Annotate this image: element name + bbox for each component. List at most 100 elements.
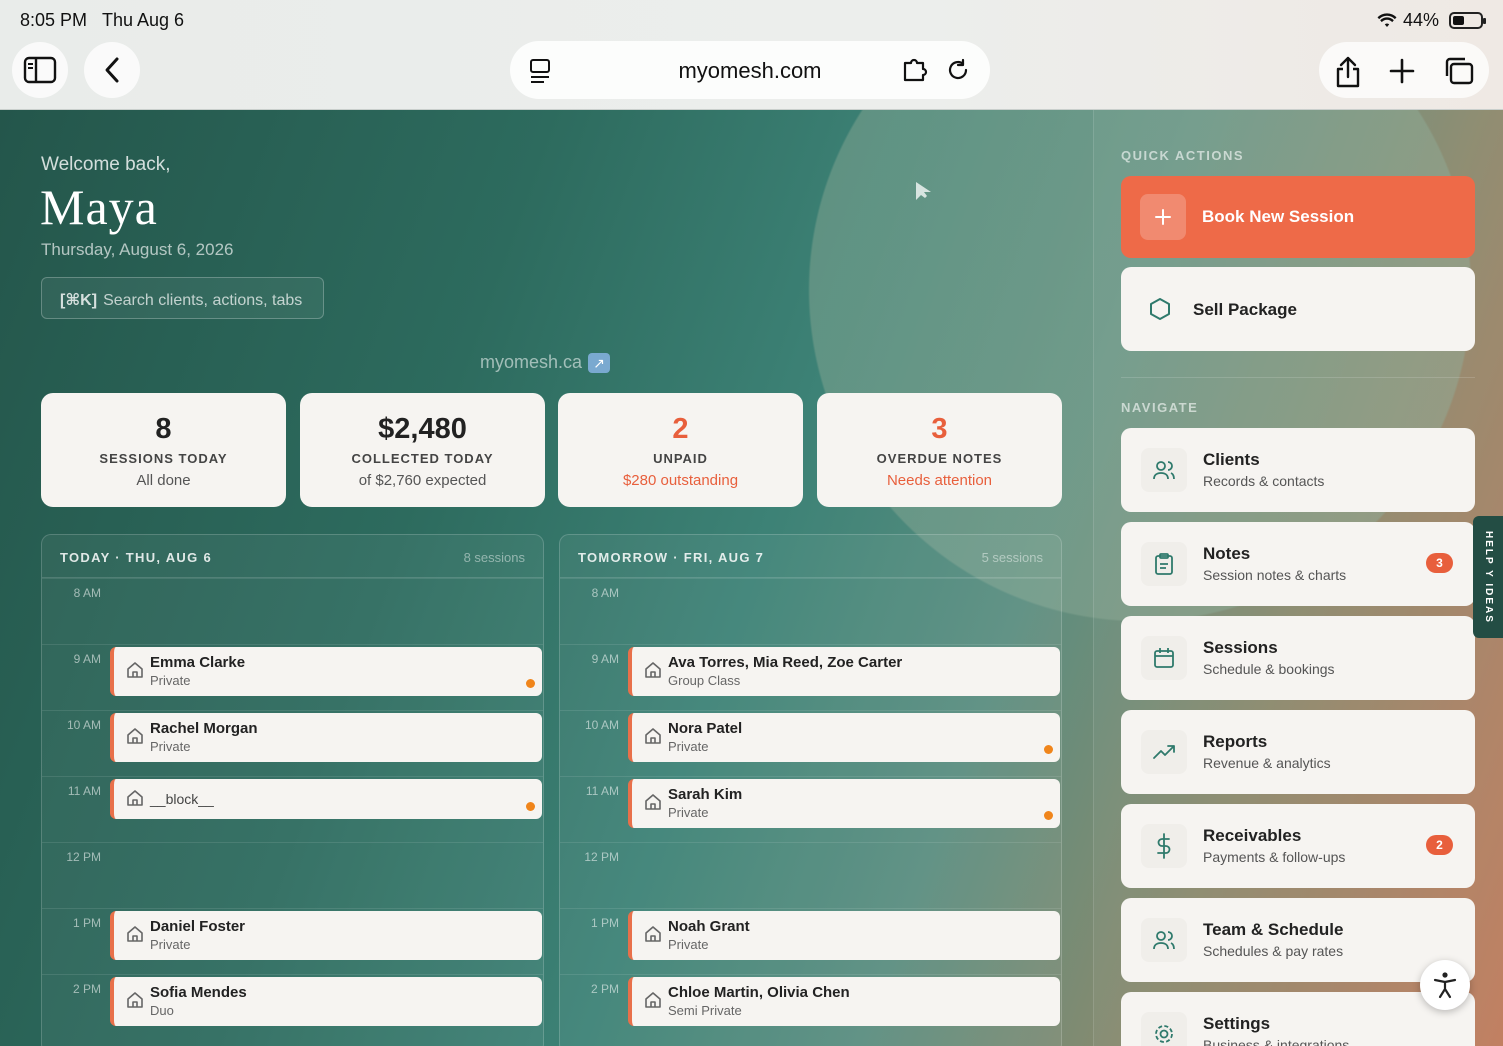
nav-title: Receivables bbox=[1203, 826, 1302, 845]
nav-title: Sessions bbox=[1203, 638, 1278, 657]
extension-icon[interactable] bbox=[902, 58, 930, 82]
sidebar-toggle-button[interactable] bbox=[12, 42, 68, 98]
status-date: Thu Aug 6 bbox=[102, 10, 185, 30]
status-dot bbox=[1044, 745, 1053, 754]
stat-sub: of $2,760 expected bbox=[358, 472, 487, 489]
stat-sub: $280 outstanding bbox=[622, 472, 739, 489]
hour-label: 8 AM bbox=[591, 586, 619, 600]
hour-label: 12 PM bbox=[584, 850, 619, 864]
share-icon[interactable] bbox=[1335, 56, 1361, 88]
nav-title: Clients bbox=[1203, 450, 1260, 469]
hour-label: 10 AM bbox=[584, 718, 619, 732]
hexagon-icon bbox=[1150, 298, 1170, 320]
stat-sub: Needs attention bbox=[886, 472, 993, 489]
hour-label: 1 PM bbox=[72, 916, 101, 930]
tomorrow-schedule: TOMORROW · FRI, AUG 7 5 sessions 8 AM 9 … bbox=[559, 534, 1062, 1046]
reload-icon[interactable] bbox=[946, 58, 970, 82]
block-card[interactable]: __block__ bbox=[110, 779, 542, 819]
new-tab-icon[interactable] bbox=[1389, 58, 1415, 84]
back-button[interactable] bbox=[84, 42, 140, 98]
column-title: TODAY · THU, AUG 6 bbox=[60, 550, 212, 565]
stat-overdue-notes[interactable]: 3 OVERDUE NOTES Needs attention bbox=[817, 393, 1062, 507]
accessibility-icon bbox=[1433, 972, 1457, 999]
home-icon bbox=[645, 794, 661, 810]
nav-title: Reports bbox=[1203, 732, 1268, 751]
sell-package-button[interactable]: Sell Package bbox=[1121, 267, 1475, 351]
nav-notes[interactable]: Notes Session notes & charts 3 bbox=[1121, 522, 1475, 606]
battery-icon bbox=[1449, 12, 1486, 29]
welcome-text: Welcome back, bbox=[41, 154, 171, 175]
hour-label: 12 PM bbox=[66, 850, 101, 864]
stat-label: UNPAID bbox=[653, 451, 708, 466]
session-card[interactable]: Noah Grant Private bbox=[628, 911, 1060, 960]
nav-settings[interactable]: Settings Business & integrations bbox=[1121, 992, 1475, 1046]
receivables-badge: 2 bbox=[1426, 835, 1453, 855]
stat-label: OVERDUE NOTES bbox=[876, 451, 1003, 466]
trend-icon bbox=[1141, 730, 1187, 774]
site-link-text: myomesh.ca bbox=[480, 352, 583, 372]
chevron-left-icon bbox=[105, 57, 119, 83]
status-dot bbox=[526, 802, 535, 811]
client-name: Daniel Foster bbox=[150, 918, 246, 935]
nav-team-schedule[interactable]: Team & Schedule Schedules & pay rates bbox=[1121, 898, 1475, 982]
session-type: Private bbox=[668, 739, 709, 754]
help-ideas-tab[interactable]: HELP Y IDEAS bbox=[1473, 516, 1503, 638]
nav-title: Settings bbox=[1203, 1014, 1271, 1033]
nav-title: Team & Schedule bbox=[1203, 920, 1344, 939]
book-new-session-button[interactable]: Book New Session bbox=[1121, 176, 1475, 258]
nav-subtitle: Schedule & bookings bbox=[1203, 661, 1335, 677]
current-date: Thursday, August 6, 2026 bbox=[41, 240, 234, 259]
session-card[interactable]: Sarah Kim Private bbox=[628, 779, 1060, 828]
hour-label: 9 AM bbox=[591, 652, 619, 666]
users-icon bbox=[1141, 918, 1187, 962]
status-dot bbox=[526, 679, 535, 688]
home-icon bbox=[645, 728, 661, 744]
client-name: Sofia Mendes bbox=[150, 984, 247, 1001]
notes-badge: 3 bbox=[1426, 553, 1453, 573]
session-card[interactable]: Daniel Foster Private bbox=[110, 911, 542, 960]
plus-icon bbox=[1140, 194, 1186, 240]
session-count: 5 sessions bbox=[981, 550, 1043, 565]
users-icon bbox=[1141, 448, 1187, 492]
nav-reports[interactable]: Reports Revenue & analytics bbox=[1121, 710, 1475, 794]
hour-label: 2 PM bbox=[72, 982, 101, 996]
home-icon bbox=[645, 992, 661, 1008]
nav-sessions[interactable]: Sessions Schedule & bookings bbox=[1121, 616, 1475, 700]
sidebar-icon bbox=[23, 56, 57, 84]
accessibility-button[interactable] bbox=[1420, 960, 1470, 1010]
calendar-icon bbox=[1141, 636, 1187, 680]
nav-receivables[interactable]: Receivables Payments & follow-ups 2 bbox=[1121, 804, 1475, 888]
session-card[interactable]: Sofia Mendes Duo bbox=[110, 977, 542, 1026]
session-card[interactable]: Rachel Morgan Private bbox=[110, 713, 542, 762]
hour-label: 9 AM bbox=[73, 652, 101, 666]
client-name: Nora Patel bbox=[668, 720, 743, 737]
client-name: Rachel Morgan bbox=[150, 720, 258, 737]
nav-clients[interactable]: Clients Records & contacts bbox=[1121, 428, 1475, 512]
session-card[interactable]: Nora Patel Private bbox=[628, 713, 1060, 762]
session-card[interactable]: Emma Clarke Private bbox=[110, 647, 542, 696]
session-type: Duo bbox=[150, 1003, 174, 1018]
right-sidebar: QUICK ACTIONS Book New Session Sell Pack… bbox=[1093, 110, 1503, 1046]
wifi-icon bbox=[1377, 12, 1397, 27]
site-link[interactable]: myomesh.ca ↗ bbox=[480, 352, 611, 373]
command-search[interactable]: [⌘K] Search clients, actions, tabs bbox=[41, 277, 324, 319]
address-bar[interactable]: myomesh.com bbox=[510, 41, 990, 99]
client-name: Chloe Martin, Olivia Chen bbox=[668, 984, 850, 1001]
tabs-overview-icon[interactable] bbox=[1443, 56, 1475, 86]
stat-label: COLLECTED TODAY bbox=[351, 451, 494, 466]
session-card[interactable]: Chloe Martin, Olivia Chen Semi Private bbox=[628, 977, 1060, 1026]
nav-subtitle: Payments & follow-ups bbox=[1203, 849, 1346, 865]
session-card[interactable]: Ava Torres, Mia Reed, Zoe Carter Group C… bbox=[628, 647, 1060, 696]
hour-row: 8 AM bbox=[560, 578, 1061, 644]
today-schedule: TODAY · THU, AUG 6 8 sessions 8 AM 9 AM … bbox=[41, 534, 544, 1046]
block-label: __block__ bbox=[150, 791, 214, 807]
client-name: Emma Clarke bbox=[150, 654, 246, 671]
home-icon bbox=[127, 662, 143, 678]
stat-value: 2 bbox=[672, 413, 689, 445]
client-name: Sarah Kim bbox=[668, 786, 743, 803]
stat-collected-today[interactable]: $2,480 COLLECTED TODAY of $2,760 expecte… bbox=[300, 393, 545, 507]
stat-unpaid[interactable]: 2 UNPAID $280 outstanding bbox=[558, 393, 803, 507]
stat-sessions-today[interactable]: 8 SESSIONS TODAY All done bbox=[41, 393, 286, 507]
search-placeholder: Search clients, actions, tabs bbox=[103, 292, 303, 309]
session-type: Semi Private bbox=[668, 1003, 742, 1018]
